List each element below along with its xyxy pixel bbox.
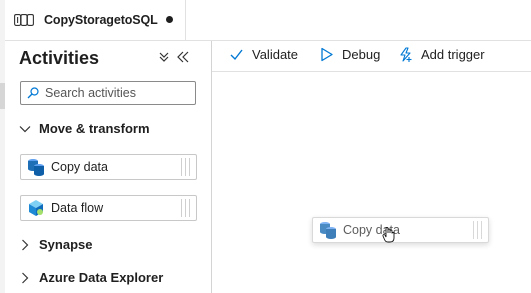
hide-pane-icon[interactable] — [177, 51, 189, 63]
copy-data-icon — [320, 222, 336, 239]
debug-label: Debug — [342, 47, 381, 62]
pipeline-canvas[interactable]: Copy data — [212, 72, 531, 293]
pipeline-icon — [14, 14, 34, 26]
search-input[interactable] — [45, 84, 190, 102]
checkmark-icon — [230, 49, 243, 61]
activity-data-flow[interactable]: Data flow — [20, 195, 197, 221]
group-label: Azure Data Explorer — [39, 270, 164, 285]
debug-button[interactable]: Debug — [319, 47, 380, 62]
add-trigger-label: Add trigger — [421, 47, 485, 62]
group-move-transform[interactable]: Move & transform — [19, 121, 150, 136]
play-icon — [321, 47, 333, 62]
activities-pane: Activities Move & transform Copy data — [5, 41, 212, 293]
chevron-right-icon — [22, 272, 29, 283]
group-azure-data-explorer[interactable]: Azure Data Explorer — [19, 270, 163, 285]
copy-data-icon — [28, 159, 44, 176]
data-flow-icon — [29, 200, 43, 216]
validate-label: Validate — [252, 47, 299, 62]
drag-handle-icon[interactable] — [180, 199, 192, 217]
search-box — [20, 81, 196, 105]
group-label: Synapse — [39, 237, 93, 252]
activity-label: Data flow — [51, 201, 104, 215]
validate-button[interactable]: Validate — [229, 47, 298, 62]
activity-label: Copy data — [51, 160, 108, 174]
activities-title: Activities — [19, 48, 100, 68]
chevron-down-icon — [19, 125, 31, 132]
tab-title: CopyStoragetoSQL — [44, 13, 158, 27]
add-trigger-button[interactable]: Add trigger — [398, 47, 485, 62]
lightning-add-icon — [400, 47, 412, 62]
pipeline-toolbar: Validate Debug Add trigger — [212, 41, 531, 72]
drag-handle-icon — [472, 221, 484, 239]
group-synapse[interactable]: Synapse — [19, 237, 92, 252]
tab-bar: CopyStoragetoSQL — [5, 0, 531, 41]
unsaved-indicator-icon — [166, 16, 173, 23]
dragged-activity-copy-data[interactable]: Copy data — [312, 217, 489, 243]
search-icon — [27, 87, 39, 99]
group-label: Move & transform — [39, 121, 150, 136]
grab-cursor-icon — [382, 227, 395, 243]
drag-handle-icon[interactable] — [180, 158, 192, 176]
chevron-right-icon — [22, 239, 29, 250]
collapse-all-icon[interactable] — [158, 51, 170, 63]
tab-pipeline[interactable]: CopyStoragetoSQL — [5, 0, 186, 40]
activity-copy-data[interactable]: Copy data — [20, 154, 197, 180]
